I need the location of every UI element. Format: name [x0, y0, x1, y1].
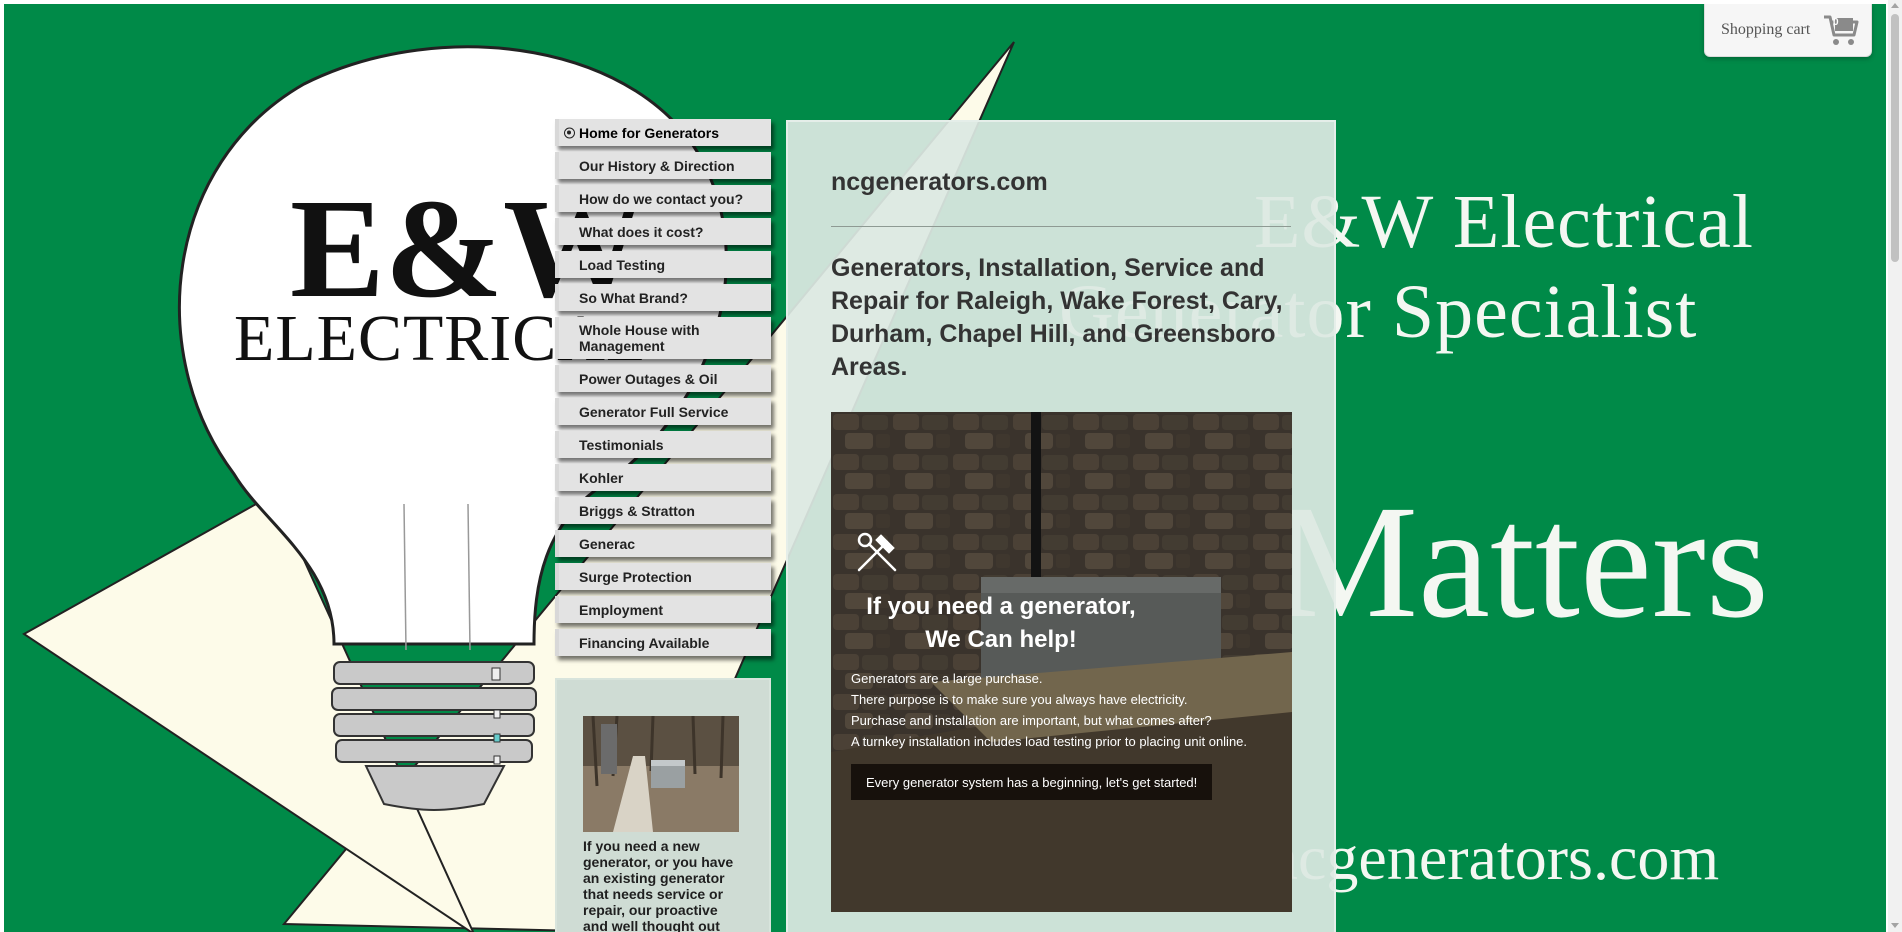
nav-item-generac[interactable]: Generac: [555, 530, 771, 557]
generator-installation-photo: [583, 716, 739, 832]
nav-item-label: Kohler: [579, 469, 624, 486]
current-page-icon: [564, 127, 575, 138]
nav-item-label: Surge Protection: [579, 568, 692, 585]
cart-icon: [1824, 15, 1859, 45]
nav-item-full-service[interactable]: Generator Full Service: [555, 398, 771, 425]
nav-item-testimonials[interactable]: Testimonials: [555, 431, 771, 458]
nav-item-label: Financing Available: [579, 634, 710, 651]
feature-body-line: A turnkey installation includes load tes…: [851, 734, 1248, 749]
scrollbar-thumb[interactable]: [1891, 14, 1899, 262]
nav-item-label: Employment: [579, 601, 664, 618]
nav-item-surge[interactable]: Surge Protection: [555, 563, 771, 590]
scroll-up-arrow-icon[interactable]: [1891, 3, 1899, 8]
page-stage: E&W ELECTRICAL E&W Electrical Generator …: [4, 4, 1886, 932]
nav-item-label: Power Outages & Oil: [579, 370, 718, 387]
nav-item-load-testing[interactable]: Load Testing: [555, 251, 771, 278]
cart-count-badge: 0: [1833, 17, 1839, 28]
feature-body-line: Purchase and installation are important,…: [851, 713, 1212, 728]
nav-item-label: Generac: [579, 535, 636, 552]
page-scrollbar[interactable]: [1888, 0, 1902, 932]
hero-big-word: Matters: [1274, 473, 1769, 652]
nav-item-history[interactable]: Our History & Direction: [555, 152, 771, 179]
nav-item-label: Testimonials: [579, 436, 664, 453]
nav-item-label: Home for Generators: [579, 124, 720, 141]
feature-heading-line2: We Can help!: [925, 626, 1077, 653]
side-info-text: If you need a new generator, or you have…: [583, 838, 734, 932]
feature-banner: If you need a generator, We Can help! Ge…: [831, 412, 1292, 912]
nav-item-contact[interactable]: How do we contact you?: [555, 185, 771, 212]
tagline-heading: Generators, Installation, Service and Re…: [831, 254, 1283, 381]
divider: [831, 226, 1291, 227]
nav-item-power-outages[interactable]: Power Outages & Oil: [555, 365, 771, 392]
nav-item-brand[interactable]: So What Brand?: [555, 284, 771, 311]
scroll-down-arrow-icon[interactable]: [1891, 923, 1899, 928]
get-started-button[interactable]: Every generator system has a beginning, …: [851, 764, 1213, 800]
hammer-wrench-icon: [857, 532, 897, 572]
nav-item-label: Load Testing: [579, 256, 666, 273]
site-name-heading: ncgenerators.com: [831, 168, 1048, 196]
side-info-box: If you need a new generator, or you have…: [555, 678, 771, 932]
shopping-cart-button[interactable]: Shopping cart: [1704, 4, 1872, 57]
feature-heading-line1: If you need a generator,: [866, 593, 1136, 620]
nav-item-cost[interactable]: What does it cost?: [555, 218, 771, 245]
nav-item-label: How do we contact you?: [579, 190, 744, 207]
nav-item-kohler[interactable]: Kohler: [555, 464, 771, 491]
nav-item-label: What does it cost?: [579, 223, 704, 240]
nav-item-home[interactable]: Home for Generators: [555, 119, 771, 146]
nav-item-briggs[interactable]: Briggs & Stratton: [555, 497, 771, 524]
nav-item-label: So What Brand?: [579, 289, 688, 306]
feature-body-line: There purpose is to make sure you always…: [851, 692, 1188, 707]
nav-item-label: Whole House with Management: [579, 322, 700, 354]
nav-item-financing[interactable]: Financing Available: [555, 629, 771, 656]
feature-heading: If you need a generator, We Can help!: [851, 590, 1151, 656]
nav-item-label: Generator Full Service: [579, 403, 729, 420]
main-nav: Home for Generators Our History & Direct…: [555, 119, 771, 662]
main-content-panel: ncgenerators.com Generators, Installatio…: [786, 120, 1336, 932]
generator-banner-photo: [831, 412, 1292, 912]
feature-body-line: Generators are a large purchase.: [851, 671, 1043, 686]
feature-body: Generators are a large purchase. There p…: [851, 668, 1281, 752]
cart-label: Shopping cart: [1721, 21, 1811, 38]
nav-item-label: Our History & Direction: [579, 157, 735, 174]
nav-item-employment[interactable]: Employment: [555, 596, 771, 623]
nav-item-whole-house[interactable]: Whole House with Management: [555, 317, 771, 359]
nav-item-label: Briggs & Stratton: [579, 502, 695, 519]
